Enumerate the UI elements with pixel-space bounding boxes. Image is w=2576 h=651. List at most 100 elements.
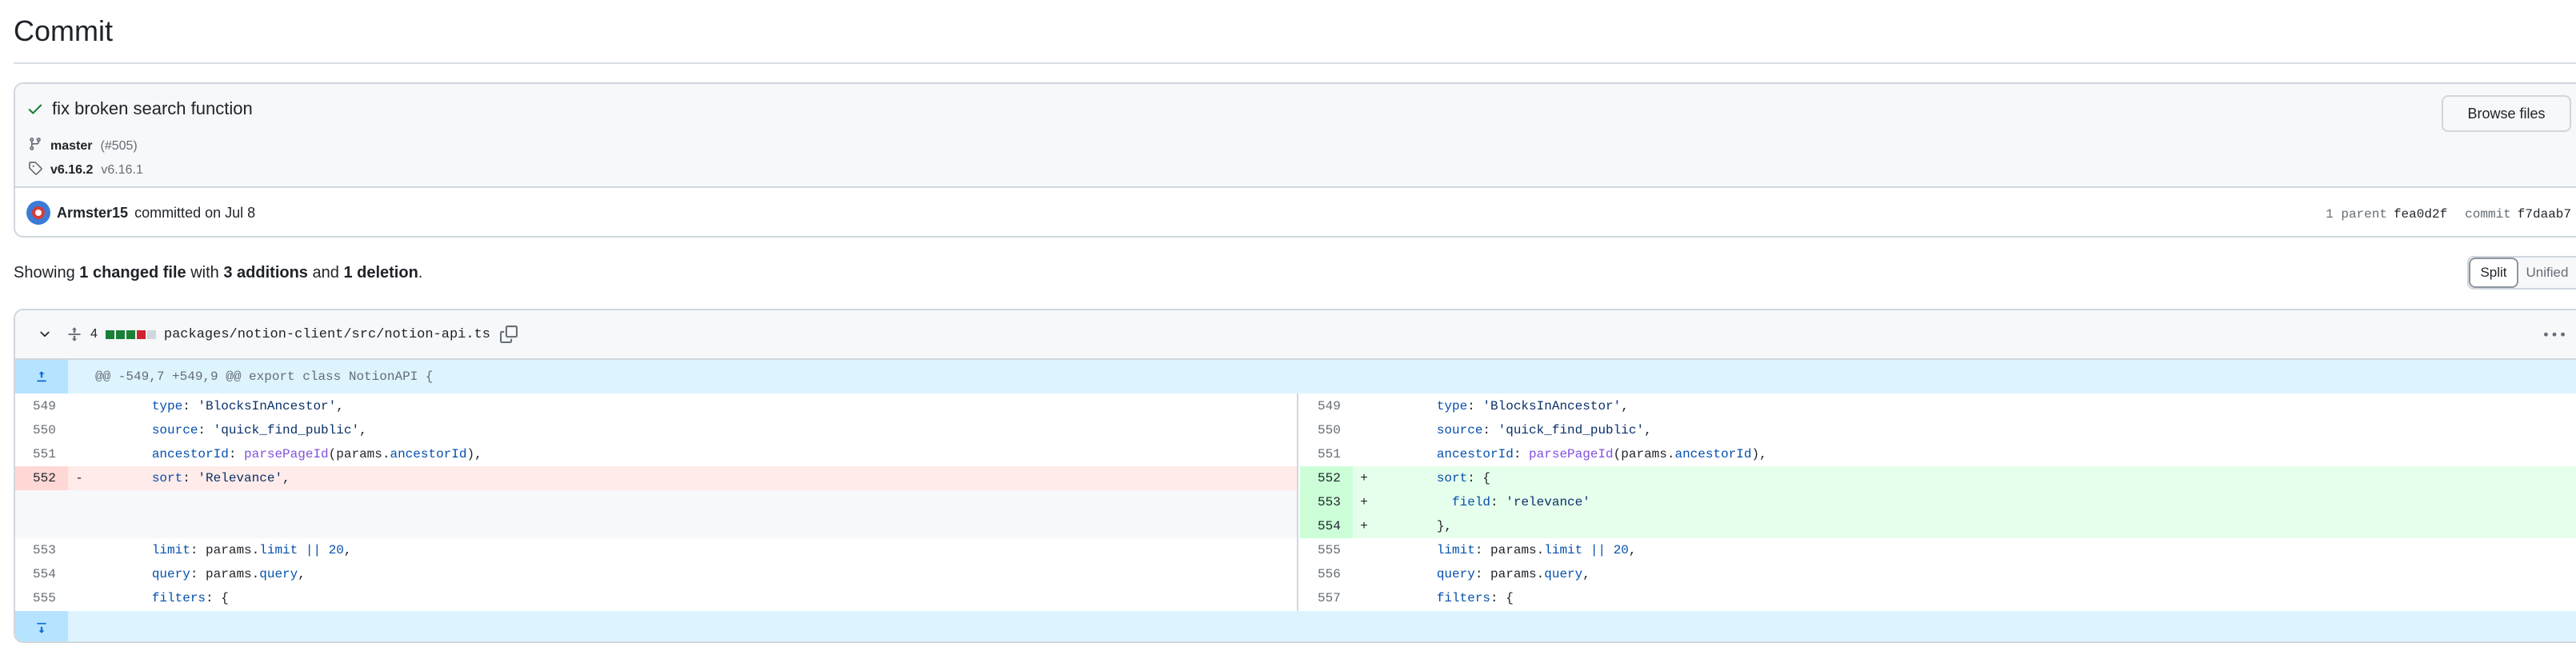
chevron-down-icon[interactable] — [38, 327, 52, 341]
code-text: ancestorId: parsePageId(params.ancestorI… — [151, 447, 482, 461]
code-text: limit: params.limit || 20, — [151, 543, 352, 557]
line-number[interactable] — [15, 514, 68, 538]
diff-line: 550 source: 'quick_find_public', — [1300, 418, 2576, 442]
diff-summary: Showing 1 changed file with 3 additions … — [14, 264, 422, 282]
line-number[interactable]: 555 — [15, 586, 68, 610]
branch-row: master (#505) — [28, 137, 138, 155]
code-text: filters: { — [1436, 591, 1514, 605]
diffstat-square — [146, 329, 156, 339]
line-number[interactable]: 551 — [1300, 442, 1353, 466]
diff-line: 554 query: params.query, — [15, 562, 1297, 586]
code-text: filters: { — [151, 591, 229, 605]
committed-text: committed on Jul 8 — [134, 204, 256, 221]
parent-info: 1 parent fea0d2f commit f7daab7 — [2326, 207, 2571, 222]
diff-right-side: 549 type: 'BlocksInAncestor', 550 source:… — [1300, 393, 2576, 611]
tag-icon — [28, 161, 42, 179]
commit-header: fix broken search function master (#505)… — [15, 84, 2576, 188]
line-number[interactable]: 550 — [15, 418, 68, 442]
code-text: type: 'BlocksInAncestor', — [151, 399, 344, 413]
line-number[interactable]: 554 — [15, 562, 68, 586]
commit-title-row: fix broken search function — [26, 98, 253, 119]
author-link[interactable]: Armster15 — [57, 205, 128, 222]
diff-line: 557 filters: { — [1300, 586, 2576, 610]
copy-icon[interactable] — [499, 326, 518, 343]
code-text: sort: { — [1436, 471, 1491, 485]
line-number[interactable]: 554 — [1300, 514, 1353, 538]
page-title: Commit — [14, 14, 113, 47]
parent-label: 1 parent — [2326, 207, 2387, 222]
code-text: field: 'relevance' — [1452, 495, 1590, 509]
tag-link-primary[interactable]: v6.16.2 — [50, 163, 93, 178]
line-number[interactable] — [15, 490, 68, 514]
diff-line: 556 query: params.query, — [1300, 562, 2576, 586]
diff-line: 552- sort: 'Relevance', — [15, 466, 1297, 490]
browse-files-button[interactable]: Browse files — [2442, 95, 2571, 132]
unified-view-button[interactable]: Unified — [2518, 258, 2576, 288]
summary-showing: Showing — [14, 264, 75, 282]
commit-title: fix broken search function — [52, 98, 253, 118]
branch-link[interactable]: master — [50, 139, 92, 154]
line-number[interactable]: 549 — [15, 394, 68, 418]
code-text: source: 'quick_find_public', — [1436, 423, 1652, 437]
commit-card: fix broken search function master (#505)… — [14, 82, 2576, 238]
file-header: 4 packages/notion-client/src/notion-api.… — [15, 310, 2576, 360]
code-text: query: params.query, — [151, 567, 306, 581]
commit-meta: Armster15 committed on Jul 8 1 parent fe… — [15, 190, 2576, 236]
code-text: source: 'quick_find_public', — [151, 423, 367, 437]
diff-line: 554 + }, — [1300, 514, 2576, 538]
line-number[interactable]: 553 — [15, 538, 68, 562]
hunk-header-row: @@ -549,7 +549,9 @@ export class NotionA… — [15, 360, 2576, 393]
summary-deletions: 1 deletion — [343, 264, 418, 282]
line-number[interactable]: 553 — [1300, 490, 1353, 514]
code-text: sort: 'Relevance', — [151, 471, 290, 485]
line-number[interactable]: 552 — [15, 466, 68, 490]
expand-all-icon[interactable] — [66, 326, 82, 342]
file-path[interactable]: packages/notion-client/src/notion-api.ts — [164, 327, 490, 342]
diff-line: 549 type: 'BlocksInAncestor', — [15, 394, 1297, 418]
diffstat-square — [136, 329, 146, 339]
line-number[interactable]: 549 — [1300, 394, 1353, 418]
expand-down-icon[interactable] — [15, 611, 68, 641]
split-view-button[interactable]: Split — [2469, 258, 2518, 288]
summary-period: . — [418, 264, 423, 282]
line-number[interactable]: 557 — [1300, 586, 1353, 610]
avatar[interactable] — [26, 201, 50, 225]
line-number[interactable]: 552 — [1300, 466, 1353, 490]
diff-marker: - — [75, 471, 83, 485]
diffstat-square — [126, 329, 135, 339]
diff-line: 553 + field: 'relevance' — [1300, 490, 2576, 514]
title-divider — [14, 62, 2576, 64]
parent-sha-link[interactable]: fea0d2f — [2394, 207, 2447, 222]
code-text: ancestorId: parsePageId(params.ancestorI… — [1436, 447, 1767, 461]
diff-left-side: 549 type: 'BlocksInAncestor', 550 source:… — [15, 393, 1298, 611]
diff-marker: + — [1360, 471, 1368, 485]
diff-line: 551 ancestorId: parsePageId(params.ances… — [1300, 442, 2576, 466]
file-diff: 4 packages/notion-client/src/notion-api.… — [14, 309, 2576, 643]
diff-line: 550 source: 'quick_find_public', — [15, 418, 1297, 442]
commit-sha: f7daab7 — [2517, 207, 2571, 222]
line-number[interactable]: 550 — [1300, 418, 1353, 442]
git-branch-icon — [28, 137, 42, 155]
tag-row: v6.16.2 v6.16.1 — [28, 161, 143, 179]
diff-line — [15, 490, 1297, 514]
diff-marker: + — [1360, 495, 1368, 509]
pr-link[interactable]: (#505) — [100, 139, 137, 154]
summary-changed: 1 changed file — [79, 264, 186, 282]
diff-line: 551 ancestorId: parsePageId(params.ances… — [15, 442, 1297, 466]
line-number[interactable]: 555 — [1300, 538, 1353, 562]
code-text: limit: params.limit || 20, — [1436, 543, 1637, 557]
line-number[interactable]: 551 — [15, 442, 68, 466]
kebab-menu-icon[interactable] — [2544, 325, 2565, 349]
tag-link-secondary[interactable]: v6.16.1 — [101, 163, 142, 178]
diff-marker: + — [1360, 519, 1368, 533]
diff-line — [15, 514, 1297, 538]
line-number[interactable]: 556 — [1300, 562, 1353, 586]
expand-up-icon[interactable] — [15, 360, 68, 393]
diff-line: 555 limit: params.limit || 20, — [1300, 538, 2576, 562]
summary-with: with — [190, 264, 219, 282]
code-text: }, — [1375, 519, 1453, 533]
diffstat-square — [105, 329, 114, 339]
author-row: Armster15 committed on Jul 8 — [26, 201, 255, 225]
summary-additions: 3 additions — [223, 264, 308, 282]
summary-and: and — [312, 264, 339, 282]
